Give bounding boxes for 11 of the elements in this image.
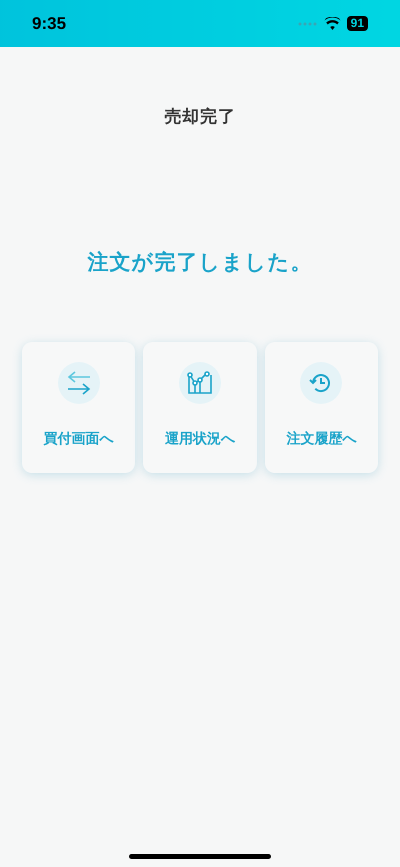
page-title: 売却完了 [164,106,236,128]
action-card[interactable]: 注文履歴へ [264,342,378,473]
action-card[interactable]: 運用状況へ [143,342,257,473]
battery-level: 91 [346,16,368,31]
exchange-arrows-icon [66,371,92,395]
wifi-icon [324,17,341,30]
completion-message: 注文が完了しました。 [87,250,313,276]
signal-dots-icon [298,22,318,26]
chart-icon [186,371,213,395]
status-time: 9:35 [32,12,66,35]
action-card[interactable]: 買付画面へ [22,342,136,473]
